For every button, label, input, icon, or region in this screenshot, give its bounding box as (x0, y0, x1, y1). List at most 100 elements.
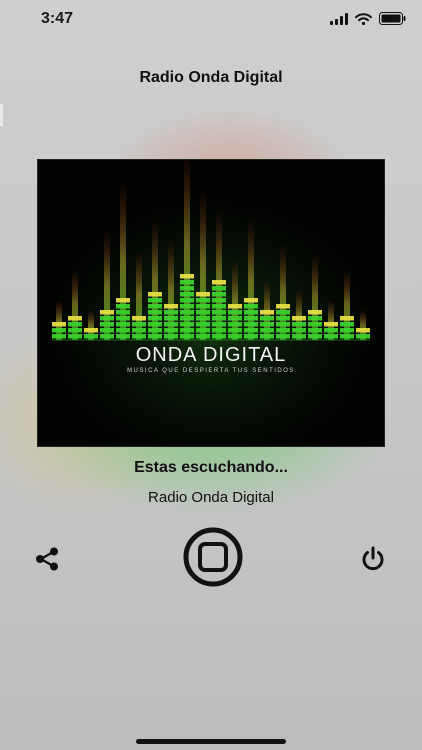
album-artwork: ONDA DIGITAL MUSICA QUE DESPIERTA TUS SE… (38, 160, 384, 446)
equalizer-bar-segment (196, 328, 210, 333)
status-time: 3:47 (41, 10, 74, 27)
equalizer-bar-segment (340, 322, 354, 327)
equalizer-bar-segment (164, 334, 178, 339)
equalizer-bar-segment (292, 316, 306, 321)
station-name: Radio Onda Digital (148, 489, 274, 506)
equalizer-bar-segment (196, 304, 210, 309)
equalizer-bar-segment (340, 334, 354, 339)
equalizer-bar-segment (196, 322, 210, 327)
equalizer-bar-segment (180, 310, 194, 315)
equalizer-bar-segment (244, 316, 258, 321)
power-button[interactable] (359, 545, 387, 573)
equalizer-bar-segment (212, 292, 226, 297)
equalizer-bar-segment (276, 316, 290, 321)
share-icon (36, 547, 58, 571)
equalizer-bar-segment (68, 316, 82, 321)
equalizer-bar-segment (260, 316, 274, 321)
equalizer-bar-segment (196, 334, 210, 339)
status-icons (330, 12, 406, 25)
equalizer-bar-segment (116, 334, 130, 339)
equalizer-bar-segment (324, 322, 338, 327)
equalizer-bar-segment (116, 298, 130, 303)
equalizer-bar-segment (164, 328, 178, 333)
edge-marker (0, 104, 3, 126)
equalizer-bar-segment (212, 310, 226, 315)
equalizer-bar-segment (356, 334, 370, 339)
equalizer-bar-segment (292, 334, 306, 339)
equalizer-bar-segment (148, 310, 162, 315)
equalizer-bar-segment (212, 334, 226, 339)
equalizer-bar-segment (276, 334, 290, 339)
equalizer-bar-segment (100, 310, 114, 315)
equalizer-bar-segment (68, 328, 82, 333)
equalizer-bar-segment (84, 334, 98, 339)
equalizer-bar-segment (324, 328, 338, 333)
equalizer-graphic (38, 160, 384, 446)
equalizer-bar-segment (116, 316, 130, 321)
share-button[interactable] (34, 546, 60, 572)
equalizer-bar-segment (244, 298, 258, 303)
equalizer-bar-segment (52, 334, 66, 339)
wifi-icon (355, 12, 372, 25)
equalizer-bar-segment (52, 322, 66, 327)
equalizer-bar-segment (196, 316, 210, 321)
equalizer-bar-segment (180, 298, 194, 303)
equalizer-bar-segment (180, 334, 194, 339)
equalizer-bar-segment (212, 322, 226, 327)
equalizer-bar-segment (180, 316, 194, 321)
equalizer-bar-segment (68, 334, 82, 339)
equalizer-bar-segment (148, 292, 162, 297)
equalizer-bar-segment (148, 322, 162, 327)
equalizer-bar-segment (292, 328, 306, 333)
equalizer-bar-segment (308, 334, 322, 339)
equalizer-bar-segment (148, 298, 162, 303)
equalizer-bar-segment (148, 304, 162, 309)
stop-button[interactable] (183, 527, 243, 587)
equalizer-bar-segment (212, 298, 226, 303)
equalizer-bar-segment (164, 310, 178, 315)
equalizer-bar-segment (244, 310, 258, 315)
equalizer-bar-segment (340, 328, 354, 333)
equalizer-bar-segment (180, 286, 194, 291)
equalizer-bar-segment (212, 328, 226, 333)
now-playing-heading: Estas escuchando... (134, 459, 288, 476)
equalizer-bar-segment (132, 322, 146, 327)
equalizer-bar-segment (308, 328, 322, 333)
home-indicator (136, 739, 286, 744)
equalizer-bar-segment (212, 280, 226, 285)
artwork-logo-text: ONDA DIGITAL (135, 344, 287, 366)
equalizer-bar-segment (356, 328, 370, 333)
equalizer-bar-segment (116, 322, 130, 327)
equalizer-bar-segment (148, 328, 162, 333)
equalizer-bar-segment (244, 328, 258, 333)
equalizer-bar-segment (132, 334, 146, 339)
power-icon (362, 546, 384, 571)
equalizer-bar-segment (244, 322, 258, 327)
equalizer-bar-segment (244, 334, 258, 339)
equalizer-bar-segment (276, 322, 290, 327)
equalizer-bar-segment (244, 304, 258, 309)
equalizer-bar-segment (164, 322, 178, 327)
equalizer-bar-segment (68, 322, 82, 327)
equalizer-bar-segment (52, 328, 66, 333)
equalizer-bar-segment (100, 334, 114, 339)
equalizer-bar-segment (276, 328, 290, 333)
equalizer-bar-segment (180, 274, 194, 279)
artwork-tagline: MUSICA QUE DESPIERTA TUS SENTIDOS (127, 368, 295, 374)
signal-icon (330, 12, 348, 25)
stop-icon (183, 527, 243, 587)
equalizer-bar-segment (212, 286, 226, 291)
equalizer-bar-segment (228, 310, 242, 315)
equalizer-bar-segment (180, 322, 194, 327)
equalizer-bar-segment (116, 310, 130, 315)
equalizer-bar-segment (260, 310, 274, 315)
equalizer-bar-segment (308, 316, 322, 321)
equalizer-bar-segment (164, 304, 178, 309)
equalizer-bar-segment (196, 292, 210, 297)
battery-icon (379, 12, 406, 25)
equalizer-bar-segment (324, 334, 338, 339)
equalizer-bar-segment (148, 316, 162, 321)
equalizer-bar-segment (228, 316, 242, 321)
equalizer-bar-segment (180, 280, 194, 285)
equalizer-bar-segment (164, 316, 178, 321)
